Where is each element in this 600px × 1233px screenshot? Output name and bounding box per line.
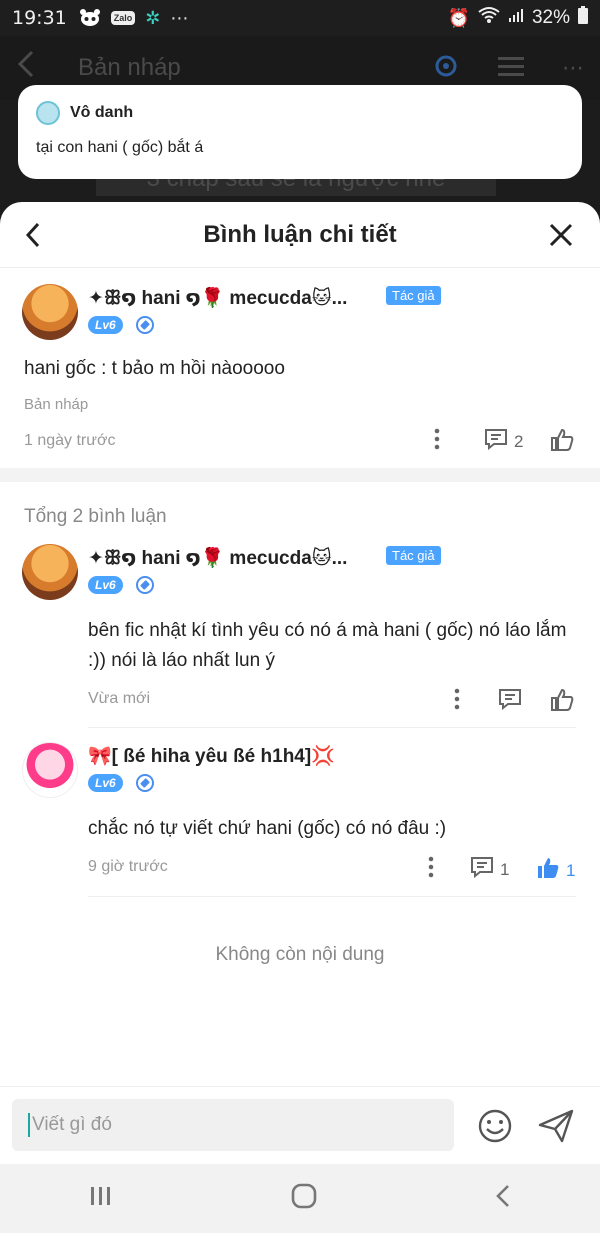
home-icon[interactable] [291,1183,317,1214]
emoji-icon[interactable] [478,1109,512,1148]
close-icon[interactable] [548,222,574,248]
input-placeholder: Viết gì đó [32,1114,112,1135]
like-count: 1 [566,860,576,880]
alarm-icon: ⏰ [447,7,470,28]
comment-icon [484,428,508,455]
vip-icon [136,774,154,792]
text-caret [28,1113,30,1137]
comment-input[interactable]: Viết gì đó [12,1099,454,1151]
list-icon[interactable] [498,55,524,82]
system-nav-bar [0,1164,600,1233]
main-comment: ✦ꕥ໑ hani ໑🌹 mecucda🐱... Tác giả Lv6 hani… [0,268,600,468]
like-button[interactable]: 1 [536,856,575,885]
send-icon[interactable] [538,1109,574,1148]
status-time: 19:31 [12,7,67,29]
notification-avatar [36,101,60,125]
comment-detail-sheet: Bình luận chi tiết ✦ꕥ໑ hani ໑🌹 mecucda🐱.… [0,202,600,1164]
reply-button[interactable]: 1 [470,856,509,883]
back-nav-icon[interactable] [495,1184,511,1213]
reply-item: 🎀[ ßé hiha yêu ßé h1h4]💢 Lv6 chắc nó tự … [0,738,600,898]
vip-icon [136,576,154,594]
panda-icon [79,9,101,27]
sheet-header: Bình luận chi tiết [0,202,600,268]
thumbs-up-icon [550,688,574,717]
comment-source[interactable]: Bản nháp [24,396,88,413]
battery-level: 32% [531,7,570,28]
reply-count: 1 [500,859,510,879]
comment-input-bar: Viết gì đó [0,1086,600,1164]
like-button[interactable] [550,688,574,717]
signal-icon [508,7,524,29]
comment-time: 9 giờ trước [88,858,168,875]
comment-username[interactable]: 🎀[ ßé hiha yêu ßé h1h4]💢 [88,744,335,768]
notification-popup[interactable]: Vô danh tại con hani ( gốc) bắt á [18,85,582,179]
thumbs-up-icon [550,428,574,457]
level-badge: Lv6 [88,774,123,792]
comment-icon [498,688,522,715]
wifi-icon [478,6,500,30]
thumbs-up-filled-icon [536,856,560,885]
comment-text: chắc nó tự viết chứ hani (gốc) có nó đâu… [88,818,447,839]
comment-text: hani gốc : t bảo m hồi nàooooo [24,358,285,379]
more-notifications-icon: ⋯ [170,7,189,28]
total-comments: Tổng 2 bình luận [24,506,167,527]
status-bar: 19:31 Zalo ✲ ⋯ ⏰ 32% [0,0,600,36]
zalo-icon: Zalo [110,11,136,25]
back-icon[interactable] [16,50,56,86]
notification-name: Vô danh [70,104,134,121]
level-badge: Lv6 [88,316,123,334]
vip-icon [136,316,154,334]
author-badge: Tác giả [386,546,441,565]
more-options-icon[interactable] [434,428,440,450]
comment-text: bên fic nhật kí tình yêu có nó á mà hani… [88,620,567,671]
divider [88,727,576,728]
gear-icon[interactable] [432,52,460,85]
comment-time: 1 ngày trước [24,432,116,449]
more-icon[interactable]: ⋯ [562,55,584,81]
comment-username[interactable]: ✦ꕥ໑ hani ໑🌹 mecucda🐱... [88,546,347,570]
recent-apps-icon[interactable] [89,1185,113,1212]
like-button[interactable] [550,428,574,457]
avatar[interactable] [22,742,78,798]
notification-message: tại con hani ( gốc) bắt á [36,139,204,156]
avatar[interactable] [22,544,78,600]
comment-time: Vừa mới [88,690,151,707]
more-options-icon[interactable] [454,688,460,710]
divider [88,896,576,897]
section-divider [0,468,600,482]
comment-icon [470,856,494,883]
reply-item: ✦ꕥ໑ hani ໑🌹 mecucda🐱... Tác giả Lv6 bên … [0,538,600,728]
more-options-icon[interactable] [428,856,434,878]
end-of-content: Không còn nội dung [215,944,385,965]
app-title: Bản nháp [78,54,181,81]
avatar[interactable] [22,284,78,340]
author-badge: Tác giả [386,286,441,305]
sparkle-icon: ✲ [145,7,161,28]
battery-icon [578,6,588,30]
reply-button[interactable] [498,688,522,715]
reply-button[interactable]: 2 [484,428,523,455]
comment-username[interactable]: ✦ꕥ໑ hani ໑🌹 mecucda🐱... [88,286,347,310]
level-badge: Lv6 [88,576,123,594]
sheet-title: Bình luận chi tiết [203,220,397,248]
back-icon[interactable] [20,218,50,252]
reply-count: 2 [514,431,524,451]
